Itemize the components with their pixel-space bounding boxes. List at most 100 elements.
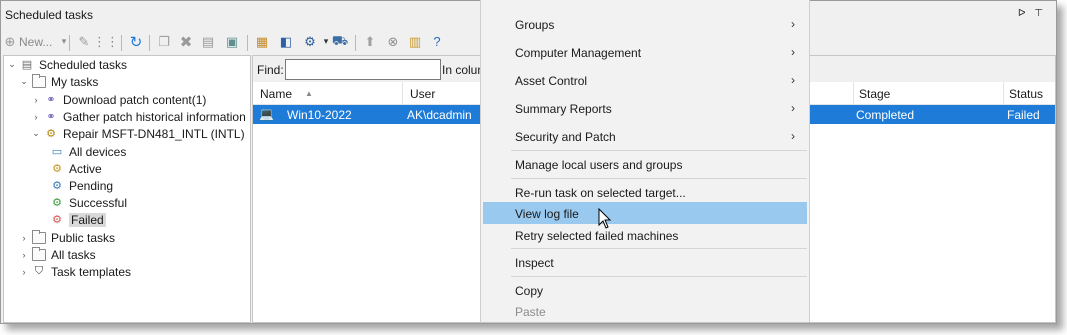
column-header-user[interactable]: User [410, 87, 435, 101]
delete-icon[interactable]: ✖ [177, 33, 195, 51]
new-icon[interactable]: ⊕ [1, 33, 19, 50]
menu-item-manage-local-users[interactable]: Manage local users and groups [481, 153, 809, 175]
tree-node-download-patch[interactable]: › ⚭ Download patch content(1) [30, 91, 207, 108]
tree-label: Task templates [51, 264, 132, 279]
chevron-right-icon: › [791, 45, 795, 59]
tree-label: Scheduled tasks [39, 57, 128, 72]
copy-icon[interactable]: ❐ [155, 33, 173, 50]
cell-stage: Completed [856, 108, 915, 122]
column-header-stage[interactable]: Stage [859, 87, 890, 101]
new-button[interactable]: New... [19, 35, 52, 49]
failed-gear-icon: ⚙ [52, 214, 62, 226]
cell-status: Failed [1007, 108, 1040, 122]
menu-item-rerun-task[interactable]: Re-run task on selected target... [481, 181, 809, 203]
dropdown-arrow-icon[interactable]: ▾ [55, 33, 73, 50]
tree-label: All tasks [51, 247, 96, 262]
menu-item-view-log-file[interactable]: View log file [483, 202, 807, 224]
tree-node-gather-patch[interactable]: › ⚭ Gather patch historical information [30, 108, 246, 125]
cell-name: Win10-2022 [287, 108, 352, 122]
menu-item-inspect[interactable]: Inspect [481, 251, 809, 273]
monitor-icon: ▭ [51, 146, 63, 158]
pending-gear-icon: ⚙ [52, 180, 62, 192]
tree-node-all-devices[interactable]: ▭ All devices [50, 143, 127, 160]
toolbar-separator [355, 35, 356, 51]
chevron-right-icon[interactable]: › [18, 250, 30, 260]
chevron-down-icon[interactable]: ⌄ [30, 128, 42, 139]
chevron-down-icon[interactable]: ⌄ [18, 76, 30, 87]
help-icon[interactable]: ? [428, 33, 446, 50]
patch-task-icon: ⚭ [46, 94, 56, 106]
tree-node-active[interactable]: ⚙ Active [50, 160, 102, 177]
tree-label: Repair MSFT-DN481_INTL (INTL) [63, 126, 245, 141]
menu-item-summary-reports[interactable]: Summary Reports › [481, 97, 809, 119]
mouse-pointer-icon [598, 208, 612, 229]
menu-item-retry-failed[interactable]: Retry selected failed machines [481, 224, 809, 246]
tree-label: All devices [69, 144, 127, 159]
successful-gear-icon: ⚙ [52, 197, 62, 209]
tree-node-my-tasks[interactable]: ⌄ My tasks [18, 73, 98, 90]
toolbar-separator [149, 35, 150, 51]
menu-item-copy[interactable]: Copy [481, 279, 809, 301]
cancel-icon[interactable]: ⊗ [384, 33, 402, 50]
scheduled-tasks-icon: ▤ [21, 59, 33, 71]
chevron-right-icon[interactable]: › [18, 233, 30, 243]
patch-task-icon: ⚭ [46, 111, 56, 123]
chevron-right-icon[interactable]: › [30, 112, 42, 122]
tree-node-pending[interactable]: ⚙ Pending [50, 177, 113, 194]
tree-node-successful[interactable]: ⚙ Successful [50, 194, 127, 211]
columns-icon[interactable]: ⋮⋮ [93, 33, 119, 50]
tree-label: Active [69, 161, 102, 176]
cell-user: AK\dcadmin [407, 108, 472, 122]
report-icon[interactable]: ◧ [277, 33, 295, 50]
monitor-icon[interactable]: ▣ [223, 33, 241, 50]
tree-node-task-templates[interactable]: › ⛉ Task templates [18, 263, 132, 280]
tree-label: Public tasks [51, 230, 116, 245]
context-menu: Groups › Computer Management › Asset Con… [480, 0, 810, 322]
chevron-right-icon[interactable]: › [18, 267, 30, 277]
task-icon[interactable]: ▦ [253, 33, 271, 50]
menu-separator [511, 178, 807, 179]
tree-label: Pending [69, 178, 114, 193]
menu-item-groups[interactable]: Groups › [481, 13, 809, 35]
template-icon: ⛉ [34, 265, 44, 277]
tree-node-failed[interactable]: ⚙ Failed [50, 211, 106, 228]
column-header-name[interactable]: Name [260, 87, 292, 101]
active-gear-icon: ⚙ [52, 163, 62, 175]
repair-task-icon: ⚙ [46, 128, 56, 140]
chevron-right-icon: › [791, 17, 795, 31]
menu-item-security-and-patch[interactable]: Security and Patch › [481, 125, 809, 147]
notes-icon[interactable]: ▥ [406, 33, 424, 50]
tree-node-repair[interactable]: ⌄ ⚙ Repair MSFT-DN481_INTL (INTL) [30, 125, 245, 142]
tree-node-all-tasks[interactable]: › All tasks [18, 246, 96, 263]
tree-label: Failed [69, 212, 106, 227]
menu-separator [511, 248, 807, 249]
chevron-down-icon[interactable]: ⌄ [6, 59, 18, 70]
tree-label: Download patch content(1) [63, 92, 207, 107]
tree-label: Successful [69, 195, 128, 210]
panel-title: Scheduled tasks [5, 8, 94, 22]
properties-icon[interactable]: ▤ [199, 33, 217, 50]
toolbar-separator [121, 35, 122, 51]
menu-separator [511, 276, 807, 277]
deploy-icon[interactable]: ⛟ [331, 33, 349, 50]
menu-item-asset-control[interactable]: Asset Control › [481, 69, 809, 91]
tree-node-scheduled-tasks[interactable]: ⌄ ▤ Scheduled tasks [6, 56, 127, 73]
edit-icon[interactable]: ✎ [75, 33, 93, 50]
tree-label: Gather patch historical information [63, 109, 246, 124]
column-header-status[interactable]: Status [1009, 87, 1043, 101]
pin-icon[interactable]: ᐅ ⊤ [1018, 8, 1046, 19]
menu-item-paste[interactable]: Paste [481, 300, 809, 322]
folder-icon [32, 246, 46, 261]
folder-icon [32, 229, 46, 244]
chevron-right-icon: › [791, 101, 795, 115]
tree-node-public-tasks[interactable]: › Public tasks [18, 229, 115, 246]
up-icon[interactable]: ⬆ [361, 33, 379, 50]
chevron-right-icon: › [791, 129, 795, 143]
menu-item-computer-management[interactable]: Computer Management › [481, 41, 809, 63]
toolbar-separator [69, 35, 70, 51]
chevron-right-icon[interactable]: › [30, 95, 42, 105]
refresh-icon[interactable]: ↻ [127, 33, 145, 51]
tree-label: My tasks [51, 74, 99, 89]
find-input[interactable] [285, 59, 441, 80]
find-label: Find: [257, 63, 284, 77]
